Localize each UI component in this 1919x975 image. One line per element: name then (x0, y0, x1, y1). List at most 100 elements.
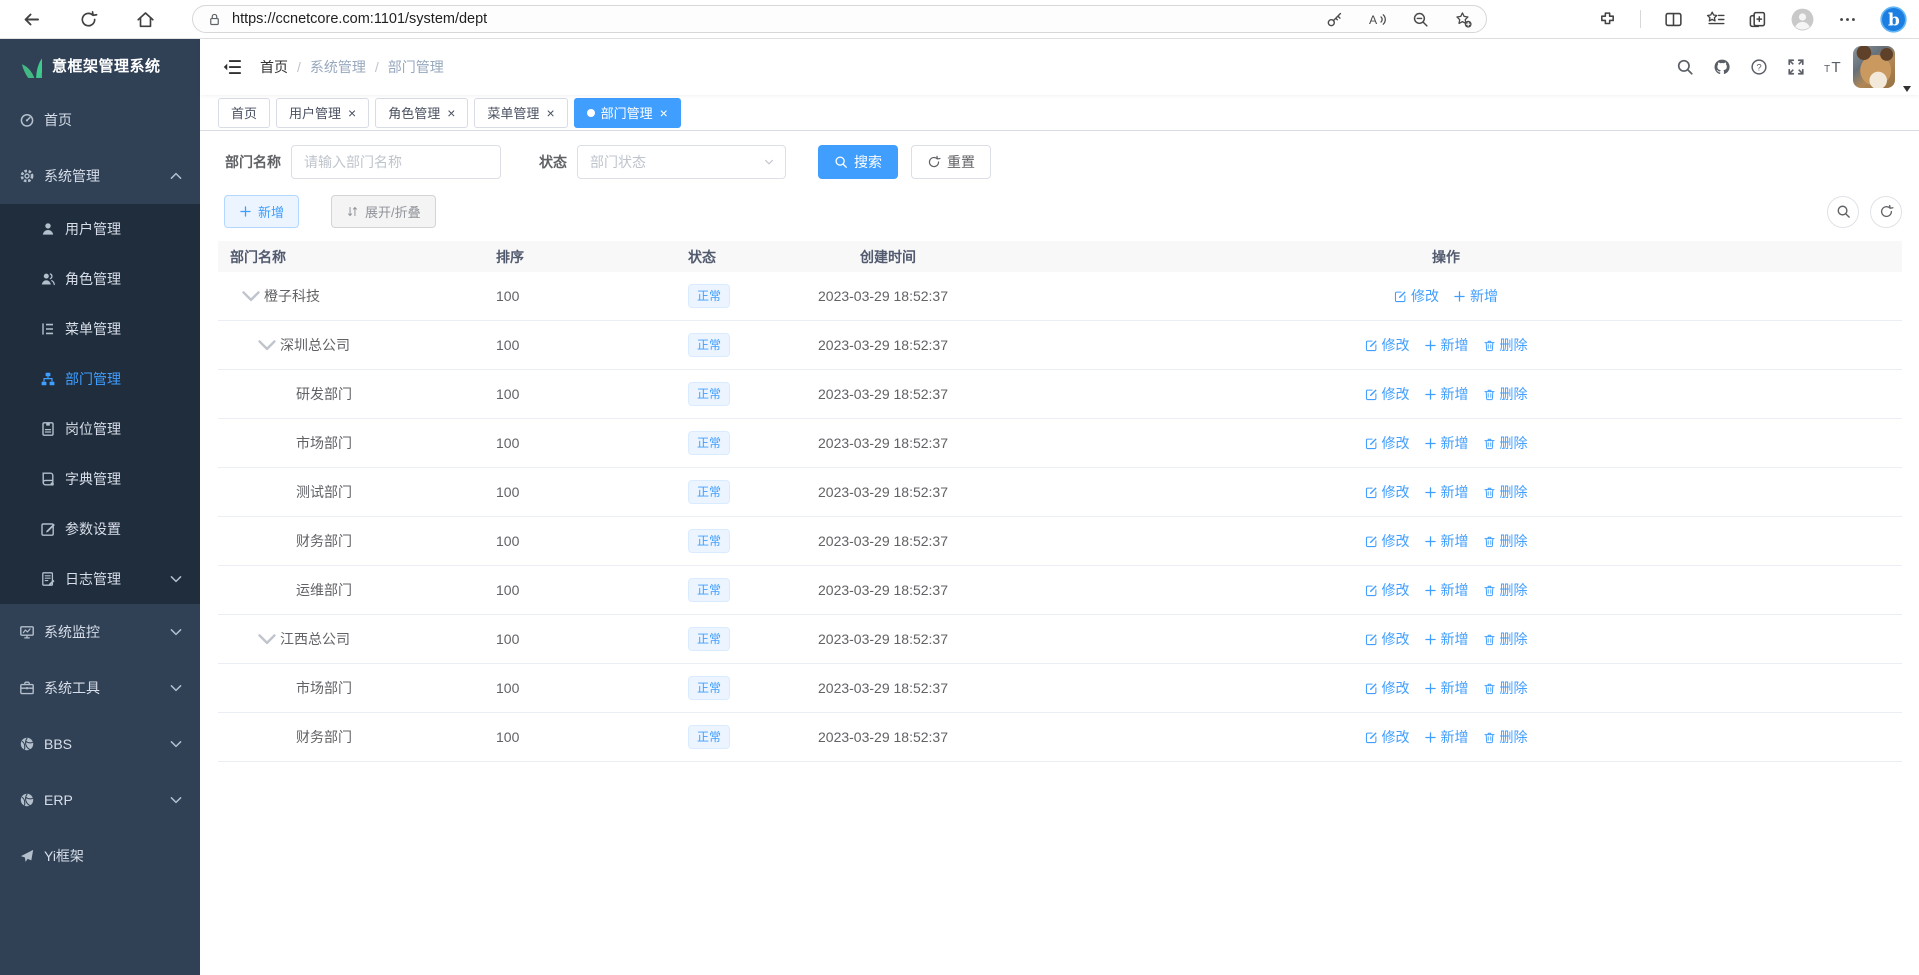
add-link[interactable]: 新增 (1424, 335, 1469, 355)
sidebar-item-用户管理[interactable]: 用户管理 (0, 204, 200, 254)
expand-collapse-button[interactable]: 展开/折叠 (331, 195, 436, 228)
edit-link[interactable]: 修改 (1365, 678, 1410, 698)
github-icon[interactable] (1713, 58, 1731, 76)
edit-link[interactable]: 修改 (1365, 433, 1410, 453)
collapse-sidebar-icon[interactable] (222, 57, 242, 77)
tree-collapse-icon[interactable] (254, 332, 280, 358)
created-time: 2023-03-29 18:52:37 (810, 435, 1330, 451)
reset-button[interactable]: 重置 (911, 145, 991, 179)
close-tab-icon[interactable]: × (447, 106, 455, 120)
search-icon[interactable] (1676, 58, 1694, 76)
collections-add-icon[interactable] (1748, 10, 1767, 29)
edit-link[interactable]: 修改 (1365, 384, 1410, 404)
sidebar-item-日志管理[interactable]: 日志管理 (0, 554, 200, 604)
app-logo[interactable]: 意框架管理系统 (0, 39, 200, 92)
sidebar-item-ERP[interactable]: ERP (0, 772, 200, 828)
add-link[interactable]: 新增 (1424, 727, 1469, 747)
add-link[interactable]: 新增 (1424, 482, 1469, 502)
sidebar-item-系统监控[interactable]: 系统监控 (0, 604, 200, 660)
tab-部门管理[interactable]: 部门管理× (574, 98, 681, 128)
dept-name-input[interactable] (291, 145, 501, 179)
del-link[interactable]: 删除 (1483, 678, 1528, 698)
avatar[interactable] (1853, 46, 1895, 88)
edit-link[interactable]: 修改 (1365, 580, 1410, 600)
breadcrumb-system[interactable]: 系统管理 (310, 57, 366, 77)
address-bar[interactable]: https://ccnetcore.com:1101/system/dept A (192, 5, 1487, 33)
action-label: 新增 (1441, 678, 1469, 698)
browser-nav-icons (13, 4, 163, 34)
status-select[interactable]: 部门状态 (577, 145, 786, 179)
add-link[interactable]: 新增 (1453, 286, 1498, 306)
edit-link[interactable]: 修改 (1365, 531, 1410, 551)
profile-icon[interactable] (1790, 7, 1815, 32)
close-tab-icon[interactable]: × (660, 106, 668, 120)
tab-label: 用户管理 (289, 103, 341, 122)
key-icon[interactable] (1326, 11, 1343, 28)
del-link[interactable]: 删除 (1483, 727, 1528, 747)
sidebar-item-菜单管理[interactable]: 菜单管理 (0, 304, 200, 354)
edit-link[interactable]: 修改 (1365, 482, 1410, 502)
back-icon[interactable] (13, 4, 49, 34)
zoom-out-icon[interactable] (1412, 11, 1429, 28)
font-size-icon[interactable]: TT (1824, 58, 1842, 76)
user-menu[interactable] (1853, 46, 1895, 88)
help-icon[interactable]: ? (1750, 58, 1768, 76)
status-badge: 正常 (688, 480, 730, 504)
copilot-icon[interactable]: b (1880, 6, 1907, 33)
refresh-table-button[interactable] (1870, 196, 1902, 228)
edit-link[interactable]: 修改 (1365, 629, 1410, 649)
more-options-icon[interactable] (1838, 10, 1857, 29)
fullscreen-icon[interactable] (1787, 58, 1805, 76)
close-tab-icon[interactable]: × (546, 106, 554, 120)
browser-essentials-icon[interactable] (1598, 10, 1617, 29)
add-link[interactable]: 新增 (1424, 433, 1469, 453)
favorites-icon[interactable] (1706, 10, 1725, 29)
edit-link[interactable]: 修改 (1365, 727, 1410, 747)
sidebar-item-label: ERP (44, 792, 73, 808)
del-link[interactable]: 删除 (1483, 433, 1528, 453)
add-link[interactable]: 新增 (1424, 629, 1469, 649)
del-link[interactable]: 删除 (1483, 580, 1528, 600)
breadcrumb-home[interactable]: 首页 (260, 57, 288, 77)
sidebar-item-label: 首页 (44, 110, 72, 130)
tab-角色管理[interactable]: 角色管理× (375, 98, 468, 128)
sidebar-item-角色管理[interactable]: 角色管理 (0, 254, 200, 304)
search-button[interactable]: 搜索 (818, 145, 898, 179)
home-icon[interactable] (127, 4, 163, 34)
sidebar-item-系统管理[interactable]: 系统管理 (0, 148, 200, 204)
url-text[interactable]: https://ccnetcore.com:1101/system/dept (232, 11, 487, 27)
sidebar-item-参数设置[interactable]: 参数设置 (0, 504, 200, 554)
split-screen-icon[interactable] (1664, 10, 1683, 29)
add-link[interactable]: 新增 (1424, 384, 1469, 404)
add-link[interactable]: 新增 (1424, 580, 1469, 600)
sidebar-item-系统工具[interactable]: 系统工具 (0, 660, 200, 716)
sidebar-item-部门管理[interactable]: 部门管理 (0, 354, 200, 404)
tree-collapse-icon[interactable] (254, 626, 280, 652)
refresh-icon[interactable] (70, 4, 106, 34)
del-link[interactable]: 删除 (1483, 335, 1528, 355)
del-link[interactable]: 删除 (1483, 482, 1528, 502)
del-link[interactable]: 删除 (1483, 384, 1528, 404)
show-search-button[interactable] (1827, 196, 1859, 228)
tab-用户管理[interactable]: 用户管理 × (276, 98, 369, 128)
tree-collapse-icon[interactable] (238, 283, 264, 309)
close-tab-icon[interactable]: × (348, 106, 356, 120)
sidebar-item-首页[interactable]: 首页 (0, 92, 200, 148)
edit-link[interactable]: 修改 (1394, 286, 1439, 306)
tab-首页[interactable]: 首页 (218, 98, 270, 128)
edit-link[interactable]: 修改 (1365, 335, 1410, 355)
tab-菜单管理[interactable]: 菜单管理× (474, 98, 567, 128)
del-link[interactable]: 删除 (1483, 531, 1528, 551)
del-link[interactable]: 删除 (1483, 629, 1528, 649)
add-link[interactable]: 新增 (1424, 678, 1469, 698)
add-button[interactable]: 新增 (224, 195, 299, 228)
trash-icon (1483, 682, 1496, 695)
search-icon (834, 155, 848, 169)
sidebar-item-字典管理[interactable]: 字典管理 (0, 454, 200, 504)
add-favorite-icon[interactable] (1455, 11, 1472, 28)
read-aloud-icon[interactable]: A (1369, 11, 1386, 28)
sidebar-item-BBS[interactable]: BBS (0, 716, 200, 772)
sidebar-item-岗位管理[interactable]: 岗位管理 (0, 404, 200, 454)
add-link[interactable]: 新增 (1424, 531, 1469, 551)
sidebar-item-Yi框架[interactable]: Yi框架 (0, 828, 200, 884)
